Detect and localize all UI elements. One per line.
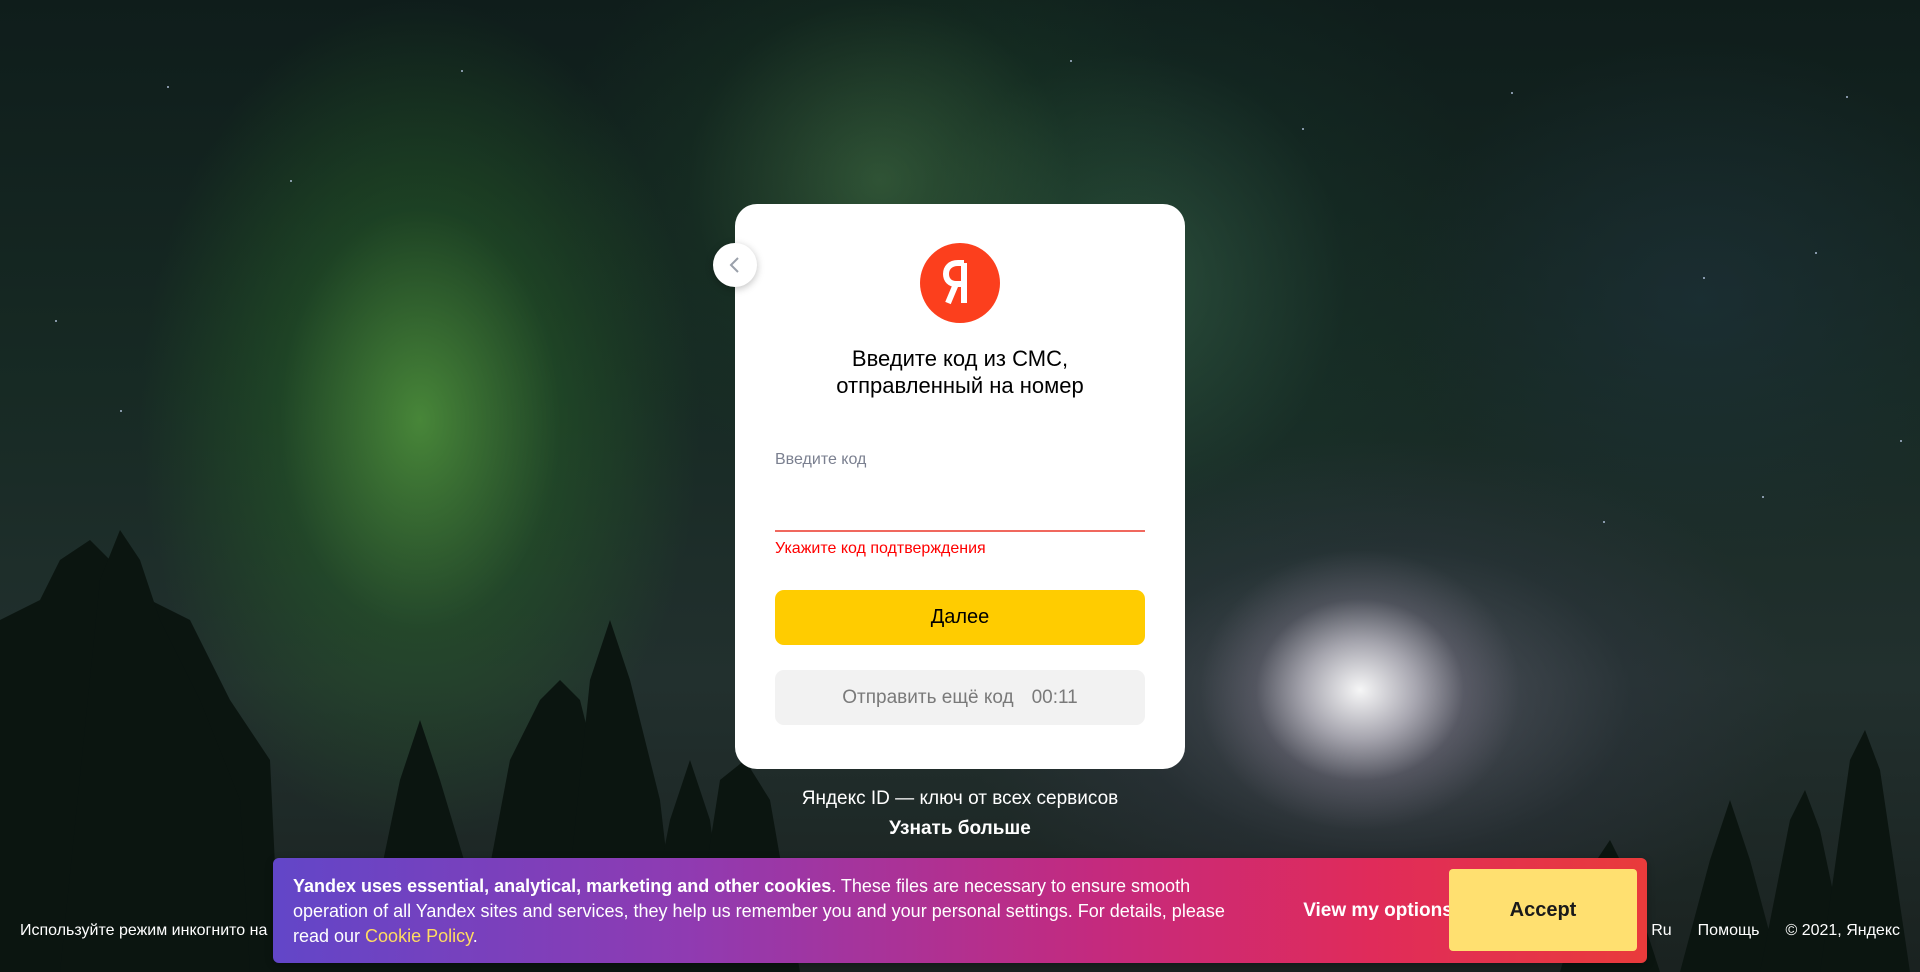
resend-timer: 00:11	[1031, 686, 1078, 708]
cookie-text: Yandex uses essential, analytical, marke…	[293, 874, 1253, 949]
title-line-2: отправленный на номер	[836, 373, 1084, 398]
cookie-policy-link[interactable]: Cookie Policy	[365, 926, 473, 946]
title-line-1: Введите код из СМС,	[851, 346, 1069, 371]
resend-label: Отправить ещё код	[842, 686, 1014, 708]
page-title: Введите код из СМС, отправленный на номе…	[760, 345, 1160, 399]
copyright: © 2021, Яндекс	[1785, 922, 1900, 939]
code-field-label: Введите код	[775, 451, 867, 468]
help-link[interactable]: Помощь	[1698, 922, 1760, 940]
yandex-logo-icon	[943, 260, 967, 305]
resend-code-button[interactable]: Отправить ещё код 00:11	[775, 670, 1145, 725]
cookie-bold-text: Yandex uses essential, analytical, marke…	[293, 876, 832, 896]
next-button[interactable]: Далее	[775, 590, 1145, 645]
yandex-logo	[920, 243, 1000, 323]
yandex-id-promo: Яндекс ID — ключ от всех сервисов	[801, 788, 1119, 809]
language-link[interactable]: Ru	[1651, 922, 1671, 940]
incognito-hint: Используйте режим инкогнито на	[20, 922, 268, 939]
code-error-message: Укажите код подтверждения	[775, 540, 986, 557]
code-input[interactable]	[775, 478, 1145, 532]
cookie-banner: Yandex uses essential, analytical, marke…	[273, 858, 1647, 963]
accept-cookies-button[interactable]: Accept	[1449, 869, 1637, 951]
chevron-left-icon	[729, 257, 739, 273]
learn-more-link[interactable]: Узнать больше	[760, 818, 1160, 840]
cookie-after-link: .	[472, 926, 478, 946]
footer-links: Ru Помощь © 2021, Яндекс	[1651, 922, 1900, 940]
back-button[interactable]	[713, 243, 757, 287]
